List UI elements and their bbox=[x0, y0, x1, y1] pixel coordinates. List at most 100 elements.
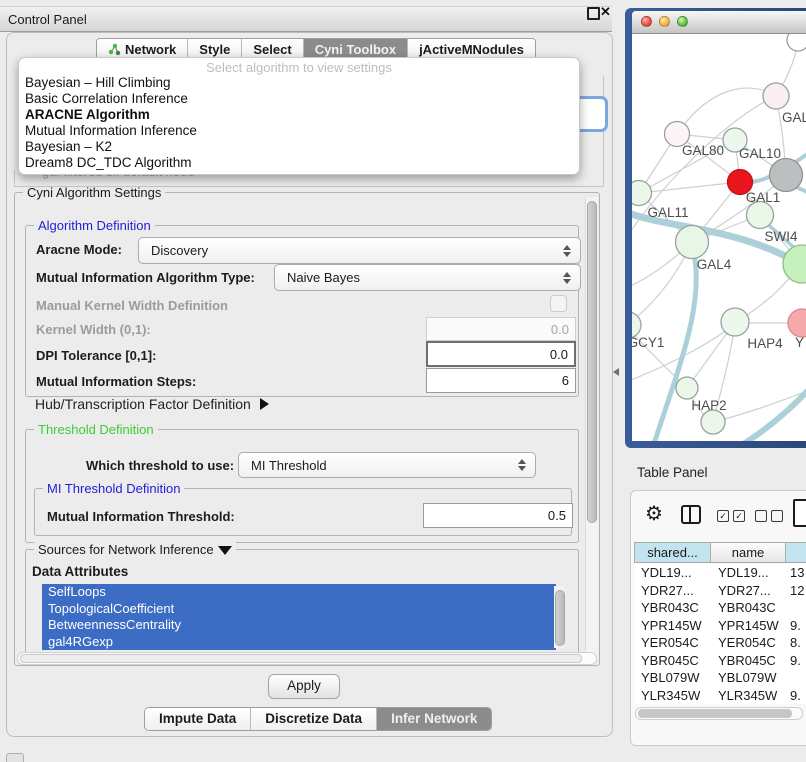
unchecked-pair-icon[interactable] bbox=[755, 510, 783, 522]
network-node-label: GCY1 bbox=[632, 335, 664, 350]
kernel-width-label: Kernel Width (0,1): bbox=[36, 322, 151, 337]
cyni-algorithm-settings-group: Cyni Algorithm Settings Algorithm Defini… bbox=[14, 192, 600, 666]
expand-right-icon bbox=[260, 398, 269, 410]
network-node[interactable] bbox=[763, 83, 789, 109]
hub-transcription-factor-toggle[interactable]: Hub/Transcription Factor Definition bbox=[35, 396, 269, 412]
sources-title[interactable]: Sources for Network Inference bbox=[34, 542, 236, 557]
manual-kernel-width-checkbox[interactable] bbox=[550, 295, 567, 312]
network-node[interactable] bbox=[788, 309, 806, 337]
network-window-titlebar[interactable] bbox=[632, 11, 806, 34]
table-row[interactable]: YER054CYER054C8. bbox=[634, 634, 806, 652]
network-edge[interactable] bbox=[677, 88, 776, 134]
network-node[interactable] bbox=[676, 377, 698, 399]
data-attributes-list[interactable]: SelfLoopsTopologicalCoefficientBetweenne… bbox=[42, 584, 556, 650]
bottom-tabs: Impute Data Discretize Data Infer Networ… bbox=[144, 707, 492, 731]
table-row[interactable]: YLR345WYLR345W9. bbox=[634, 687, 806, 705]
app-root: Control Panel ✕ Network Style Select Cyn… bbox=[0, 0, 806, 762]
network-node-label: HAP4 bbox=[747, 336, 783, 351]
close-traffic-light-icon[interactable] bbox=[641, 16, 652, 27]
mi-threshold-definition-group: MI Threshold Definition Mutual Informati… bbox=[34, 488, 572, 536]
attribute-item[interactable]: gal4RGexp bbox=[42, 634, 556, 651]
threshold-definition-title: Threshold Definition bbox=[34, 422, 158, 437]
table-row[interactable]: YPR145WYPR145W9. bbox=[634, 617, 806, 635]
network-node[interactable] bbox=[701, 410, 725, 434]
settings-horizontal-scrollbar[interactable] bbox=[17, 652, 597, 665]
table-mode-icon[interactable] bbox=[793, 499, 806, 527]
mi-steps-field[interactable]: 6 bbox=[426, 368, 576, 393]
network-icon bbox=[108, 43, 121, 56]
network-node[interactable] bbox=[632, 181, 652, 206]
algorithm-option[interactable]: Mutual Information Inference bbox=[19, 123, 579, 139]
close-icon[interactable]: ✕ bbox=[600, 4, 611, 20]
column-header-name[interactable]: name bbox=[710, 542, 786, 563]
network-node[interactable] bbox=[721, 308, 749, 336]
hidden-groupbox-edge bbox=[14, 170, 15, 186]
algorithm-definition-group: Algorithm Definition Aracne Mode: Discov… bbox=[25, 225, 579, 397]
attribute-item[interactable]: SelfLoops bbox=[42, 584, 556, 601]
splitter-collapse-icon[interactable] bbox=[613, 368, 619, 376]
algorithm-option[interactable]: Bayesian – Hill Climbing bbox=[19, 75, 579, 91]
network-node-label: GAL80 bbox=[682, 143, 724, 158]
network-node-label: Y bbox=[795, 335, 804, 350]
collapse-down-icon bbox=[218, 546, 232, 555]
table-row[interactable]: YBL079WYBL079W bbox=[634, 669, 806, 687]
mi-steps-label: Mutual Information Steps: bbox=[36, 374, 196, 389]
combo-stepper-icon bbox=[563, 272, 571, 284]
network-canvas[interactable]: GALGAL80GAL10GAL1GAL11SWI4GAL4GCY1HAP4YH… bbox=[632, 34, 806, 441]
checked-pair-icon[interactable]: ✓✓ bbox=[717, 510, 745, 522]
network-node[interactable] bbox=[787, 34, 806, 51]
kernel-width-field[interactable]: 0.0 bbox=[426, 317, 576, 341]
algorithm-option[interactable]: Dream8 DC_TDC Algorithm bbox=[19, 155, 579, 171]
network-node[interactable] bbox=[676, 226, 709, 259]
which-threshold-combo[interactable]: MI Threshold bbox=[238, 452, 536, 478]
network-node[interactable] bbox=[783, 245, 806, 283]
hidden-groupbox-edge bbox=[14, 186, 604, 187]
zoom-traffic-light-icon[interactable] bbox=[677, 16, 688, 27]
network-node-label: GAL11 bbox=[647, 205, 688, 220]
table-row[interactable]: YBR043CYBR043C bbox=[634, 599, 806, 617]
algorithm-option[interactable]: Basic Correlation Inference bbox=[19, 91, 579, 107]
algorithm-definition-title: Algorithm Definition bbox=[34, 218, 155, 233]
attribute-item[interactable]: TopologicalCoefficient bbox=[42, 601, 556, 618]
apply-button[interactable]: Apply bbox=[268, 674, 340, 699]
table-horizontal-scrollbar[interactable] bbox=[635, 707, 803, 720]
attribute-list-scrollbar[interactable] bbox=[554, 586, 564, 648]
network-node[interactable] bbox=[747, 202, 774, 229]
aracne-mode-combo[interactable]: Discovery bbox=[138, 237, 581, 264]
network-view-window[interactable]: GALGAL80GAL10GAL1GAL11SWI4GAL4GCY1HAP4YH… bbox=[625, 8, 806, 448]
cyni-algorithm-settings-title: Cyni Algorithm Settings bbox=[23, 185, 165, 200]
column-header-cut[interactable] bbox=[785, 542, 806, 563]
network-edge[interactable] bbox=[639, 182, 740, 193]
sources-group: Sources for Network Inference Data Attri… bbox=[25, 549, 579, 654]
tab-impute-data[interactable]: Impute Data bbox=[145, 708, 250, 730]
dpi-tolerance-field[interactable]: 0.0 bbox=[426, 341, 576, 367]
algorithm-placeholder: Select algorithm to view settings bbox=[19, 60, 579, 75]
table-row[interactable]: YBR045CYBR045C9. bbox=[634, 652, 806, 670]
algorithm-option[interactable]: Bayesian – K2 bbox=[19, 139, 579, 155]
table-row[interactable]: YDR27...YDR27...12 bbox=[634, 582, 806, 600]
combo-stepper-icon bbox=[563, 245, 571, 257]
float-window-icon[interactable] bbox=[587, 7, 600, 20]
control-panel-titlebar: Control Panel bbox=[0, 6, 612, 32]
algorithm-option-selected[interactable]: ARACNE Algorithm bbox=[19, 107, 579, 123]
network-node-label: GAL1 bbox=[746, 190, 781, 205]
columns-icon[interactable] bbox=[681, 505, 701, 524]
bottom-left-panel-fragment bbox=[6, 753, 24, 762]
tab-infer-network[interactable]: Infer Network bbox=[376, 708, 491, 730]
tab-discretize-data[interactable]: Discretize Data bbox=[250, 708, 376, 730]
network-node-label: HAP2 bbox=[691, 398, 726, 413]
network-node-label: SWI4 bbox=[764, 229, 797, 244]
column-header-shared[interactable]: shared... bbox=[634, 542, 711, 563]
settings-vertical-scrollbar[interactable] bbox=[585, 197, 598, 661]
data-attributes-label: Data Attributes bbox=[32, 564, 128, 579]
mi-threshold-label: Mutual Information Threshold: bbox=[47, 509, 235, 524]
threshold-definition-group: Threshold Definition Which threshold to … bbox=[25, 429, 579, 543]
network-node[interactable] bbox=[770, 159, 803, 192]
mi-algorithm-type-combo[interactable]: Naive Bayes bbox=[274, 264, 581, 291]
mi-threshold-field[interactable]: 0.5 bbox=[423, 503, 573, 528]
minimize-traffic-light-icon[interactable] bbox=[659, 16, 670, 27]
attribute-item[interactable]: BetweennessCentrality bbox=[42, 617, 556, 634]
dpi-tolerance-label: DPI Tolerance [0,1]: bbox=[36, 348, 156, 363]
gear-icon[interactable]: ⚙ bbox=[645, 501, 663, 526]
table-row[interactable]: YDL19...YDL19...13 bbox=[634, 564, 806, 582]
